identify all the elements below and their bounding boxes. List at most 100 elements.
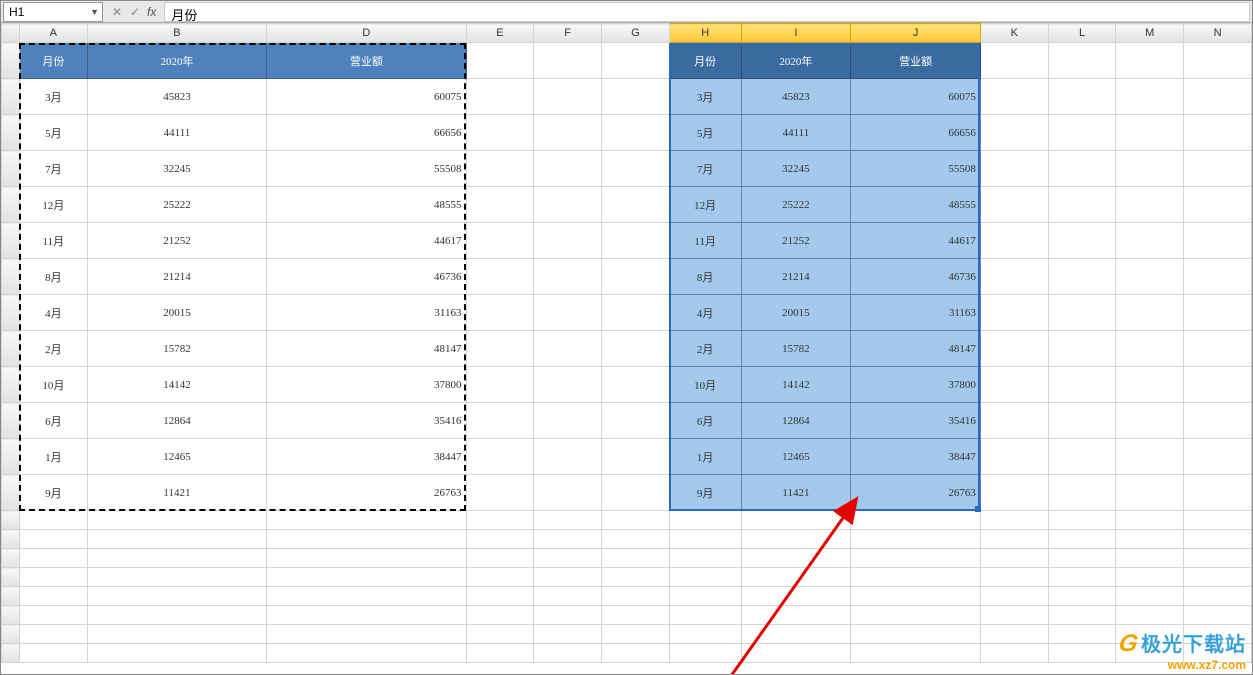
- cell[interactable]: [87, 625, 266, 644]
- row-header-empty[interactable]: [2, 644, 20, 663]
- cell[interactable]: [851, 606, 981, 625]
- row-header-2[interactable]: [2, 79, 20, 115]
- paste-year[interactable]: 14142: [741, 367, 851, 403]
- cell[interactable]: [1048, 259, 1116, 295]
- src-header-revenue[interactable]: 营业额: [267, 43, 466, 79]
- paste-revenue[interactable]: 31163: [851, 295, 981, 331]
- cell[interactable]: [1048, 331, 1116, 367]
- paste-header-month[interactable]: 月份: [669, 43, 741, 79]
- cell[interactable]: [669, 530, 741, 549]
- cell[interactable]: [1048, 43, 1116, 79]
- cell[interactable]: [669, 625, 741, 644]
- cell[interactable]: [1048, 439, 1116, 475]
- cell[interactable]: [1184, 587, 1252, 606]
- cell[interactable]: [267, 530, 466, 549]
- paste-month[interactable]: 11月: [669, 223, 741, 259]
- cell[interactable]: [602, 259, 670, 295]
- cell[interactable]: [87, 511, 266, 530]
- cell[interactable]: [602, 331, 670, 367]
- cell[interactable]: [466, 549, 534, 568]
- cell[interactable]: [980, 568, 1048, 587]
- src-month[interactable]: 6月: [19, 403, 87, 439]
- src-year[interactable]: 12465: [87, 439, 266, 475]
- cell[interactable]: [602, 151, 670, 187]
- paste-month[interactable]: 4月: [669, 295, 741, 331]
- cell[interactable]: [980, 549, 1048, 568]
- src-year[interactable]: 44111: [87, 115, 266, 151]
- paste-year[interactable]: 20015: [741, 295, 851, 331]
- row-header-empty[interactable]: [2, 587, 20, 606]
- src-year[interactable]: 15782: [87, 331, 266, 367]
- cell[interactable]: [741, 587, 851, 606]
- col-header-F[interactable]: F: [534, 24, 602, 43]
- cell[interactable]: [267, 587, 466, 606]
- cell[interactable]: [267, 511, 466, 530]
- paste-month[interactable]: 10月: [669, 367, 741, 403]
- cell[interactable]: [741, 644, 851, 663]
- src-year[interactable]: 14142: [87, 367, 266, 403]
- cell[interactable]: [1048, 295, 1116, 331]
- cell[interactable]: [466, 511, 534, 530]
- src-revenue[interactable]: 38447: [267, 439, 466, 475]
- cell[interactable]: [1184, 331, 1252, 367]
- src-year[interactable]: 45823: [87, 79, 266, 115]
- paste-revenue[interactable]: 26763: [851, 475, 981, 511]
- src-revenue[interactable]: 46736: [267, 259, 466, 295]
- src-header-year[interactable]: 2020年: [87, 43, 266, 79]
- cell[interactable]: [466, 331, 534, 367]
- cell[interactable]: [1184, 79, 1252, 115]
- cell[interactable]: [1048, 606, 1116, 625]
- paste-revenue[interactable]: 35416: [851, 403, 981, 439]
- cell[interactable]: [466, 151, 534, 187]
- cell[interactable]: [602, 223, 670, 259]
- src-month[interactable]: 8月: [19, 259, 87, 295]
- cell[interactable]: [1048, 151, 1116, 187]
- cell[interactable]: [1048, 187, 1116, 223]
- cell[interactable]: [466, 223, 534, 259]
- col-header-E[interactable]: E: [466, 24, 534, 43]
- cell[interactable]: [602, 625, 670, 644]
- cell[interactable]: [534, 151, 602, 187]
- src-month[interactable]: 3月: [19, 79, 87, 115]
- cell[interactable]: [741, 511, 851, 530]
- src-year[interactable]: 32245: [87, 151, 266, 187]
- cell[interactable]: [669, 587, 741, 606]
- cell[interactable]: [466, 79, 534, 115]
- cell[interactable]: [851, 568, 981, 587]
- cell[interactable]: [19, 530, 87, 549]
- cell[interactable]: [267, 644, 466, 663]
- cell[interactable]: [980, 43, 1048, 79]
- cell[interactable]: [534, 43, 602, 79]
- row-header-empty[interactable]: [2, 625, 20, 644]
- paste-year[interactable]: 45823: [741, 79, 851, 115]
- cell[interactable]: [1116, 223, 1184, 259]
- row-header-4[interactable]: [2, 151, 20, 187]
- paste-year[interactable]: 21214: [741, 259, 851, 295]
- cell[interactable]: [851, 644, 981, 663]
- cell[interactable]: [980, 511, 1048, 530]
- name-box-dropdown-icon[interactable]: ▼: [90, 7, 99, 17]
- cell[interactable]: [1116, 295, 1184, 331]
- cell[interactable]: [980, 79, 1048, 115]
- src-month[interactable]: 5月: [19, 115, 87, 151]
- row-header-11[interactable]: [2, 403, 20, 439]
- cell[interactable]: [466, 115, 534, 151]
- cell[interactable]: [1184, 115, 1252, 151]
- cell[interactable]: [466, 403, 534, 439]
- cell[interactable]: [1116, 43, 1184, 79]
- src-revenue[interactable]: 48555: [267, 187, 466, 223]
- cell[interactable]: [1184, 549, 1252, 568]
- cell[interactable]: [534, 625, 602, 644]
- src-year[interactable]: 12864: [87, 403, 266, 439]
- worksheet-grid[interactable]: ABDEFGHIJKLMN月份2020年营业额月份2020年营业额3月45823…: [1, 23, 1252, 674]
- row-header-3[interactable]: [2, 115, 20, 151]
- cell[interactable]: [1048, 587, 1116, 606]
- cell[interactable]: [980, 403, 1048, 439]
- cell[interactable]: [980, 587, 1048, 606]
- paste-revenue[interactable]: 46736: [851, 259, 981, 295]
- paste-revenue[interactable]: 37800: [851, 367, 981, 403]
- cell[interactable]: [267, 568, 466, 587]
- cell[interactable]: [1048, 79, 1116, 115]
- paste-month[interactable]: 8月: [669, 259, 741, 295]
- paste-month[interactable]: 5月: [669, 115, 741, 151]
